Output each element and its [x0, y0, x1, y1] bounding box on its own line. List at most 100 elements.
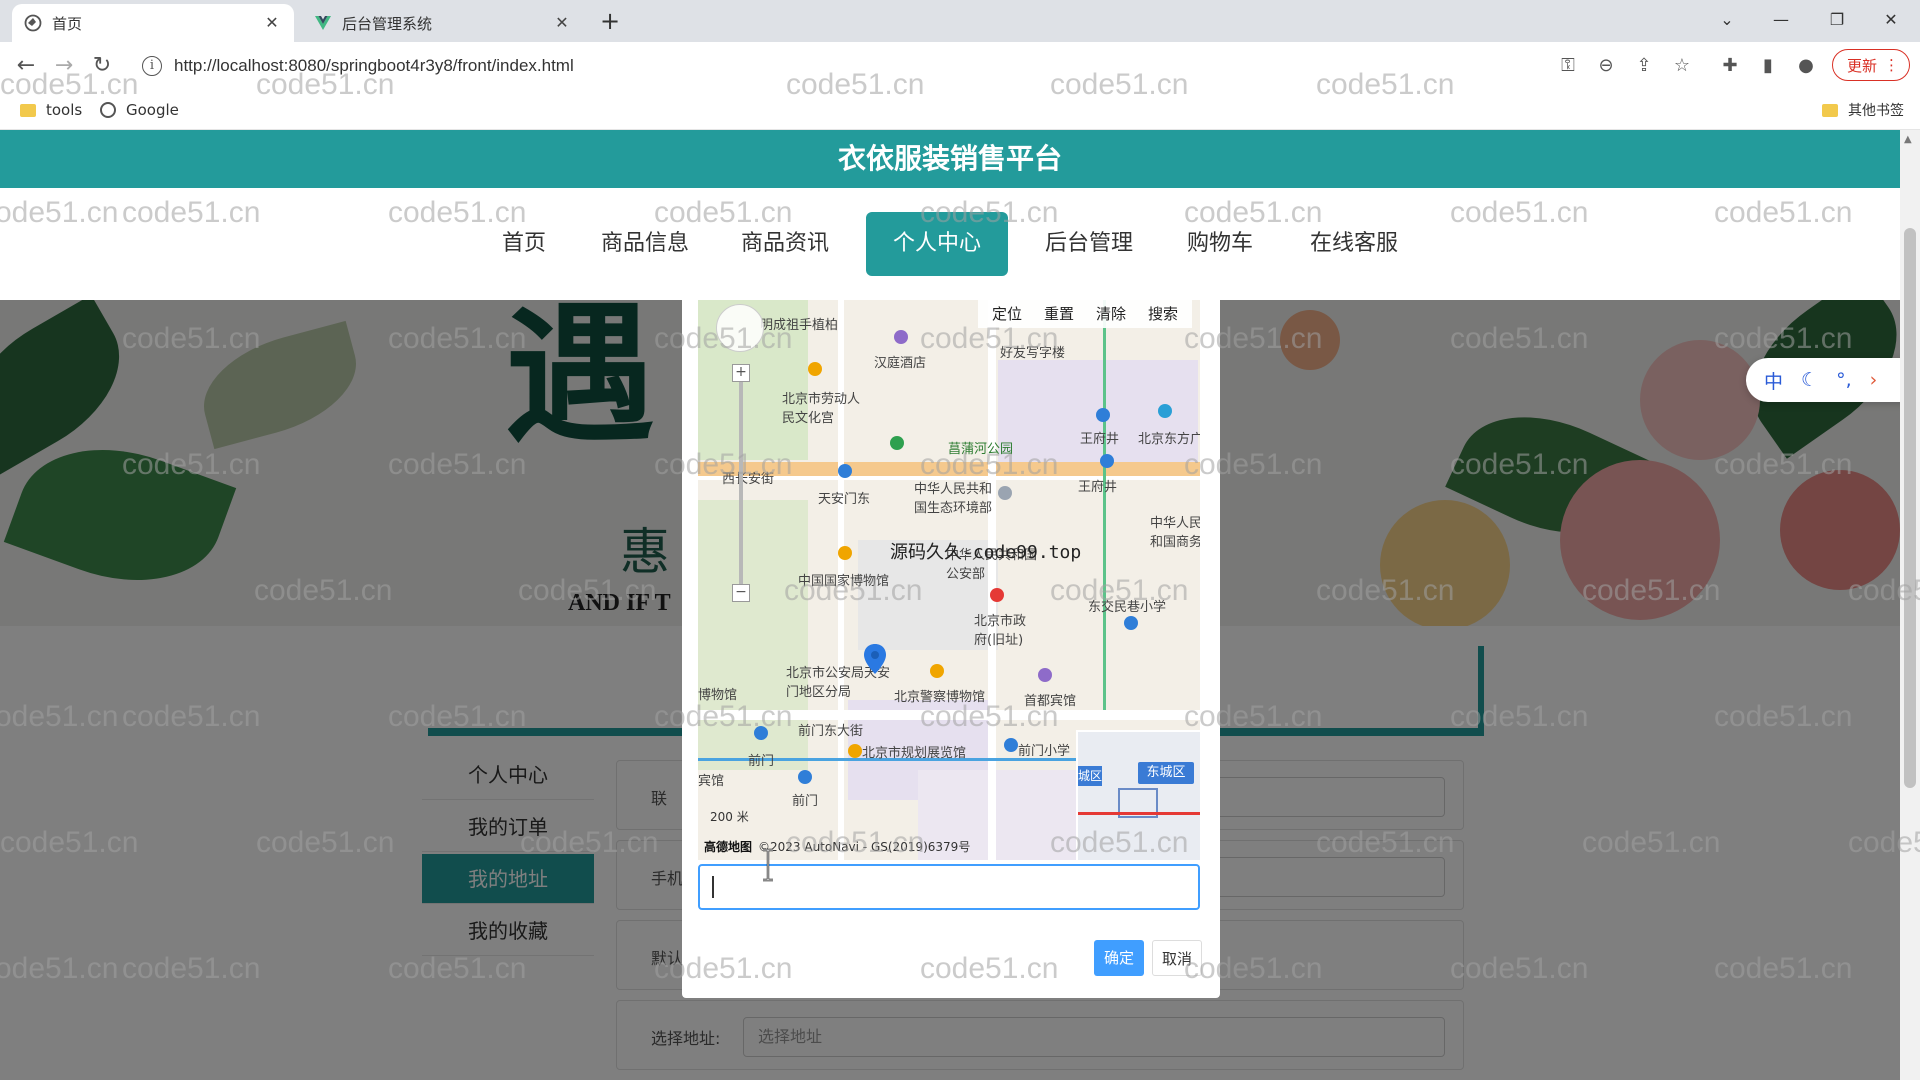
- poi-icon[interactable]: [1038, 668, 1052, 682]
- bookmark-label: tools: [46, 101, 83, 119]
- map-label: 宾馆: [698, 774, 725, 789]
- confirm-button[interactable]: 确定: [1094, 940, 1144, 976]
- map-label: 前门: [792, 794, 819, 809]
- map-copyright: 高德地图 ©2023 AutoNavi - GS(2019)6379号: [704, 838, 970, 855]
- sidepanel-icon[interactable]: ▮: [1756, 54, 1780, 78]
- info-icon[interactable]: i: [142, 56, 162, 76]
- tab-admin[interactable]: 后台管理系统 ✕: [302, 4, 584, 42]
- share-icon[interactable]: ⇪: [1632, 54, 1656, 78]
- page-viewport: 衣依服装销售平台 首页 商品信息 商品资讯 个人中心 后台管理 购物车 在线客服…: [0, 130, 1900, 1080]
- nav-products[interactable]: 商品信息: [592, 212, 698, 276]
- overview-minimap[interactable]: 东城区 城区: [1076, 730, 1200, 860]
- star-icon[interactable]: ☆: [1670, 54, 1694, 78]
- map-label: 北京东方广: [1138, 432, 1200, 447]
- site-title: 衣依服装销售平台: [0, 130, 1900, 188]
- moon-icon[interactable]: ☾: [1801, 369, 1818, 391]
- update-label: 更新: [1847, 56, 1878, 75]
- profile-icon[interactable]: ●: [1794, 54, 1818, 78]
- poi-icon[interactable]: [1158, 404, 1172, 418]
- nav-profile[interactable]: 个人中心: [866, 212, 1008, 276]
- close-window-button[interactable]: ✕: [1876, 8, 1906, 32]
- location-marker-icon[interactable]: [864, 644, 886, 674]
- zoom-out-icon[interactable]: −: [732, 584, 750, 602]
- main-nav: 首页 商品信息 商品资讯 个人中心 后台管理 购物车 在线客服: [0, 188, 1900, 300]
- tab-home[interactable]: 首页 ✕: [12, 4, 294, 42]
- map-label: 前门东大街: [798, 724, 864, 739]
- bookmark-tools[interactable]: tools: [20, 99, 82, 121]
- clear-button[interactable]: 清除: [1090, 303, 1132, 325]
- minimap-label: 城区: [1078, 766, 1102, 786]
- map-label: 中国国家博物馆: [798, 574, 890, 589]
- close-icon[interactable]: ✕: [552, 13, 572, 33]
- other-bookmarks[interactable]: 其他书签: [1822, 99, 1904, 121]
- nav-service[interactable]: 在线客服: [1298, 212, 1410, 276]
- restore-button[interactable]: ❐: [1822, 8, 1852, 32]
- school-icon[interactable]: [1124, 616, 1138, 630]
- map-scale: 200 米: [710, 810, 749, 824]
- page-scrollbar[interactable]: ▲: [1900, 130, 1920, 1080]
- metro-icon[interactable]: [1100, 454, 1114, 468]
- folder-icon: [1822, 103, 1838, 117]
- nav-cart[interactable]: 购物车: [1176, 212, 1264, 276]
- map-copyright-text: ©2023 AutoNavi - GS(2019)6379号: [758, 840, 971, 854]
- map-label: 东交民巷小学: [1088, 600, 1167, 615]
- metro-icon[interactable]: [798, 770, 812, 784]
- zoom-control[interactable]: + −: [732, 364, 750, 602]
- nav-admin[interactable]: 后台管理: [1036, 212, 1142, 276]
- map-label: 中华人民共和国生态环境部: [914, 482, 993, 516]
- chevron-right-icon[interactable]: ›: [1870, 369, 1878, 391]
- browser-toolbar: ← → ↻ i http://localhost:8080/springboot…: [0, 42, 1920, 90]
- poi-icon[interactable]: [930, 664, 944, 678]
- minimize-button[interactable]: —: [1766, 8, 1796, 32]
- new-tab-button[interactable]: +: [598, 9, 622, 34]
- metro-icon[interactable]: [838, 464, 852, 478]
- punctuation-icon[interactable]: °,: [1836, 369, 1852, 391]
- zoom-out-icon[interactable]: ⊖: [1594, 54, 1618, 78]
- metro-icon[interactable]: [754, 726, 768, 740]
- poi-icon[interactable]: [838, 546, 852, 560]
- browser-tabstrip: 首页 ✕ 后台管理系统 ✕ + ⌄ — ❐ ✕: [0, 0, 1920, 42]
- nav-news[interactable]: 商品资讯: [732, 212, 838, 276]
- map-label: 好友写字楼: [1000, 346, 1066, 361]
- zoom-slider[interactable]: [739, 382, 743, 584]
- tab-search-icon[interactable]: ⌄: [1712, 8, 1742, 32]
- map-label: 北京警察博物馆: [894, 690, 986, 705]
- search-button[interactable]: 搜索: [1142, 303, 1184, 325]
- address-bar[interactable]: i http://localhost:8080/springboot4r3y8/…: [130, 48, 1560, 84]
- scrollbar-thumb[interactable]: [1904, 228, 1916, 788]
- map-label: 王府井: [1078, 480, 1118, 495]
- close-icon[interactable]: ✕: [262, 13, 282, 33]
- back-icon[interactable]: ←: [12, 52, 40, 80]
- map-label: 前门: [748, 754, 775, 769]
- reset-button[interactable]: 重置: [1038, 303, 1080, 325]
- poi-icon[interactable]: [990, 588, 1004, 602]
- menu-dots-icon: ⋮: [1884, 56, 1899, 74]
- vue-icon: [314, 14, 332, 32]
- cancel-button[interactable]: 取消: [1152, 940, 1202, 976]
- poi-icon[interactable]: [808, 362, 822, 376]
- tab-title: 后台管理系统: [342, 14, 433, 33]
- minimap-road: [1078, 812, 1200, 815]
- text-caret: [712, 876, 714, 898]
- key-icon[interactable]: ⚿: [1556, 54, 1580, 78]
- map-canvas[interactable]: 明成祖手植柏 汉庭酒店 好友写字楼 北京市劳动人民文化宫 菖蒲河公园 王府井 北…: [698, 300, 1200, 860]
- poi-icon[interactable]: [890, 436, 904, 450]
- poi-icon[interactable]: [998, 486, 1012, 500]
- update-button[interactable]: 更新 ⋮: [1832, 49, 1910, 81]
- poi-icon[interactable]: [848, 744, 862, 758]
- metro-icon[interactable]: [1096, 408, 1110, 422]
- school-icon[interactable]: [1004, 738, 1018, 752]
- bookmark-label: Google: [126, 101, 179, 119]
- ime-language-toggle[interactable]: 中: [1764, 367, 1783, 394]
- reload-icon[interactable]: ↻: [88, 52, 116, 80]
- zoom-in-icon[interactable]: +: [732, 364, 750, 382]
- locate-button[interactable]: 定位: [986, 303, 1028, 325]
- extensions-icon[interactable]: ✚: [1718, 54, 1742, 78]
- map-label: 首都宾馆: [1024, 694, 1077, 709]
- bookmark-google[interactable]: Google: [100, 99, 179, 121]
- scroll-up-icon[interactable]: ▲: [1904, 134, 1912, 145]
- forward-icon[interactable]: →: [50, 52, 78, 80]
- nav-home[interactable]: 首页: [488, 212, 560, 276]
- pan-control[interactable]: [716, 304, 764, 352]
- poi-icon[interactable]: [894, 330, 908, 344]
